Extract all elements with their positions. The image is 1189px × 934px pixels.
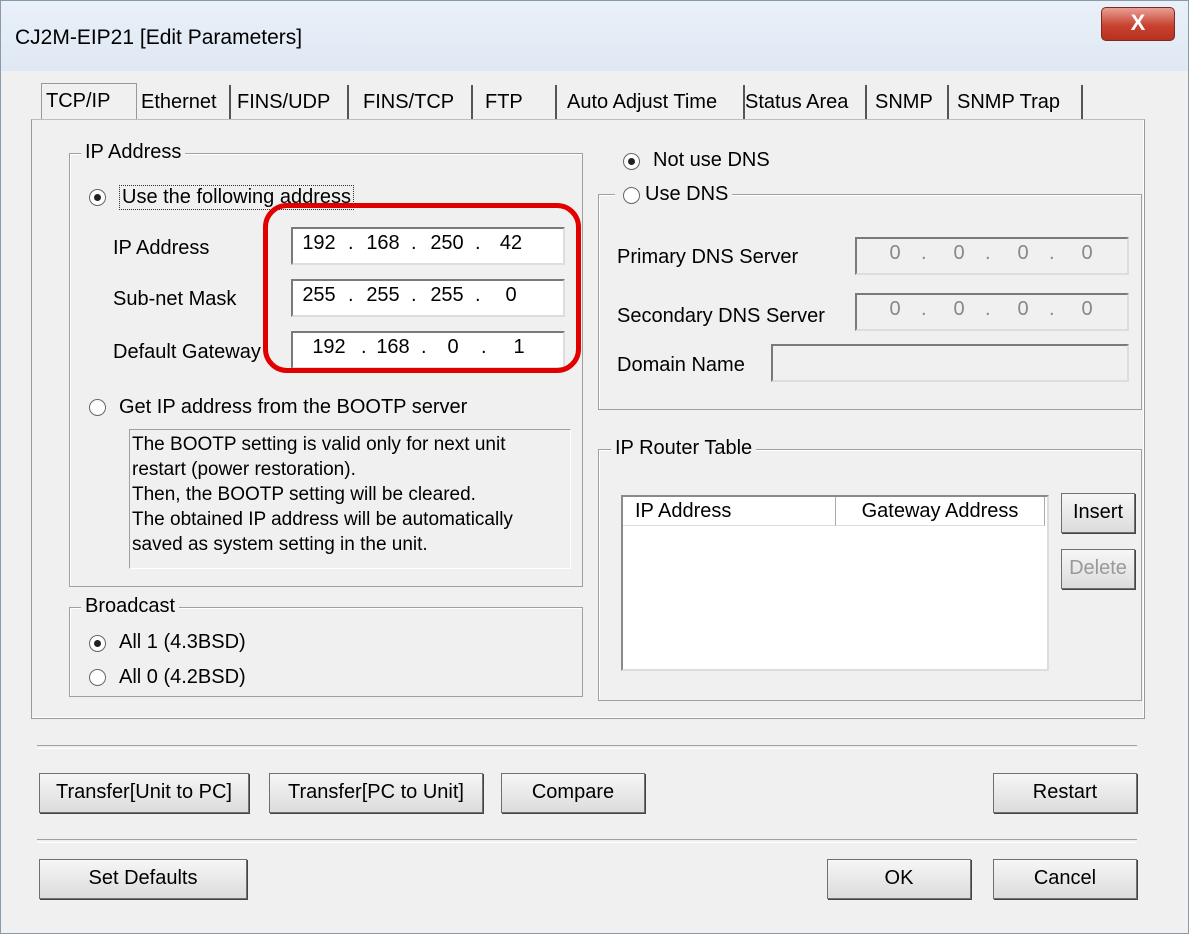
tab-auto-adjust-time[interactable]: Auto Adjust Time <box>563 85 745 119</box>
bootp-info-line: saved as system setting in the unit. <box>132 534 428 555</box>
bootp-radio[interactable] <box>89 399 106 416</box>
insert-button[interactable]: Insert <box>1061 493 1135 533</box>
restart-button[interactable]: Restart <box>993 773 1137 813</box>
ip-address-group-legend: IP Address <box>81 141 186 164</box>
broadcast-all0-radio[interactable] <box>89 669 106 686</box>
dns1-octet-4: 0 <box>1081 242 1093 264</box>
primary-dns-label: Primary DNS Server <box>617 246 799 268</box>
dns2-octet-2: 0 <box>953 298 965 320</box>
tab-ethernet[interactable]: Ethernet <box>137 85 231 119</box>
domain-name-field[interactable] <box>771 344 1129 382</box>
bootp-label[interactable]: Get IP address from the BOOTP server <box>119 396 467 419</box>
broadcast-legend: Broadcast <box>81 595 180 618</box>
bootp-info-line: The obtained IP address will be automati… <box>132 509 513 530</box>
ip-address-label: IP Address <box>113 237 210 259</box>
bootp-info-text: The BOOTP setting is valid only for next… <box>129 429 571 569</box>
tab-fins-tcp[interactable]: FINS/TCP <box>359 85 473 119</box>
ip-dot: . <box>921 298 927 320</box>
primary-dns-field[interactable]: 0. 0. 0. 0 <box>855 237 1129 275</box>
bootp-info-line: The BOOTP setting is valid only for next… <box>132 434 506 455</box>
subnet-mask-label: Sub-net Mask <box>113 288 237 310</box>
close-button[interactable]: X <box>1101 7 1175 41</box>
secondary-dns-field[interactable]: 0. 0. 0. 0 <box>855 293 1129 331</box>
broadcast-all1-radio[interactable] <box>89 635 106 652</box>
ip-router-table[interactable]: IP Address Gateway Address <box>621 495 1049 671</box>
delete-button[interactable]: Delete <box>1061 549 1135 589</box>
dns2-octet-3: 0 <box>1017 298 1029 320</box>
not-use-dns-radio[interactable] <box>623 153 640 170</box>
ip-router-legend: IP Router Table <box>611 437 757 460</box>
close-icon: X <box>1130 10 1146 35</box>
dns1-octet-1: 0 <box>889 242 901 264</box>
tab-status-area[interactable]: Status Area <box>741 85 867 119</box>
window-title: CJ2M-EIP21 [Edit Parameters] <box>15 26 303 49</box>
default-gateway-label: Default Gateway <box>113 341 261 363</box>
domain-name-label: Domain Name <box>617 354 745 376</box>
secondary-dns-label: Secondary DNS Server <box>617 305 825 327</box>
dns1-octet-3: 0 <box>1017 242 1029 264</box>
broadcast-all1-label[interactable]: All 1 (4.3BSD) <box>119 631 246 654</box>
ip-dot: . <box>985 242 991 264</box>
tab-ftp[interactable]: FTP <box>481 85 557 119</box>
dns1-octet-2: 0 <box>953 242 965 264</box>
ip-dot: . <box>1049 298 1055 320</box>
red-highlight-annotation <box>263 203 581 373</box>
dns2-octet-1: 0 <box>889 298 901 320</box>
use-dns-radio[interactable] <box>623 187 640 204</box>
tab-fins-udp[interactable]: FINS/UDP <box>233 85 349 119</box>
col-ip-address[interactable]: IP Address <box>623 497 836 526</box>
separator <box>37 745 1137 749</box>
bootp-info-line: Then, the BOOTP setting will be cleared. <box>132 484 476 505</box>
broadcast-all0-label[interactable]: All 0 (4.2BSD) <box>119 666 246 689</box>
not-use-dns-label[interactable]: Not use DNS <box>653 149 770 172</box>
cancel-button[interactable]: Cancel <box>993 859 1137 899</box>
ip-dot: . <box>1049 242 1055 264</box>
separator <box>37 839 1137 843</box>
tab-tcpip[interactable]: TCP/IP <box>41 83 137 120</box>
ip-dot: . <box>921 242 927 264</box>
tab-snmp-trap[interactable]: SNMP Trap <box>953 85 1083 119</box>
tab-snmp[interactable]: SNMP <box>871 85 949 119</box>
transfer-pc-to-unit-button[interactable]: Transfer[PC to Unit] <box>269 773 483 813</box>
bootp-info-line: restart (power restoration). <box>132 459 356 480</box>
dns2-octet-4: 0 <box>1081 298 1093 320</box>
col-gateway-address[interactable]: Gateway Address <box>836 497 1045 526</box>
use-following-address-radio[interactable] <box>89 189 106 206</box>
edit-parameters-dialog: CJ2M-EIP21 [Edit Parameters] X TCP/IP Et… <box>0 0 1189 934</box>
compare-button[interactable]: Compare <box>501 773 645 813</box>
transfer-unit-to-pc-button[interactable]: Transfer[Unit to PC] <box>39 773 249 813</box>
ok-button[interactable]: OK <box>827 859 971 899</box>
set-defaults-button[interactable]: Set Defaults <box>39 859 247 899</box>
ip-dot: . <box>985 298 991 320</box>
